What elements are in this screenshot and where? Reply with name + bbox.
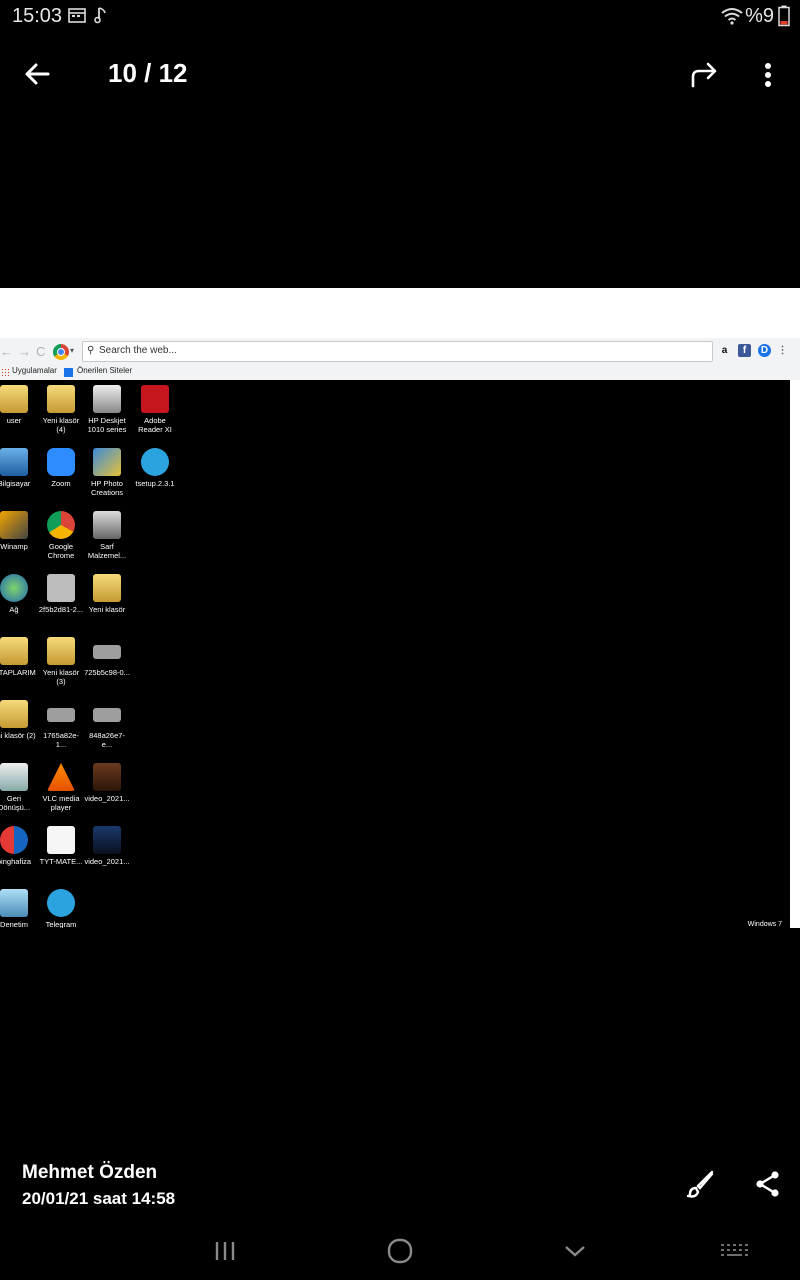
folder-icon [47,637,75,665]
printer-icon [93,385,121,413]
hide-keyboard-icon[interactable] [558,1234,592,1268]
desktop-icon: Z TAPLARIM [0,637,37,677]
battery-icon [778,5,790,27]
status-time: 15:03 [12,5,63,27]
printer-supplies-icon [93,511,121,539]
desktop-icon: Denetim [0,889,37,928]
desktop-icon: 1765a82e-1... [38,700,84,749]
desktop-icon: Bilgisayar [0,448,37,488]
computer-icon [0,448,28,476]
hp-photo-icon [93,448,121,476]
desktop-icon: Sarf Malzemel... [84,511,130,560]
google-chrome-icon [47,511,75,539]
search-placeholder: Search the web... [99,345,177,356]
desktop-icon: 725b5c98-0... [84,637,130,677]
image-file-icon [93,708,121,722]
search-icon: ⚲ [87,345,95,356]
calendar-icon [68,8,86,23]
chevron-down-icon: ▾ [70,346,75,355]
desktop-icon: video_2021... [84,763,130,803]
winamp-icon [0,511,28,539]
desktop-icon: 2f5b2d81-2... [38,574,84,614]
share-icon[interactable] [752,1168,784,1200]
rotate-icon[interactable] [688,60,720,90]
image-counter: 10 / 12 [108,58,188,88]
folder-icon [93,574,121,602]
recycle-bin-icon [0,763,28,791]
desktop-icon: Winamp [0,511,37,551]
more-vert-icon[interactable] [752,58,784,92]
photo-date: 20/01/21 saat 14:58 [22,1189,176,1208]
image-file-icon [47,708,75,722]
zoom-icon [47,448,75,476]
viewer-top-bar: 10 / 12 [0,44,800,106]
system-nav-bar [0,1222,800,1280]
folder-icon [0,637,28,665]
bookmark-suggested: Önerilen Siteler [77,366,133,375]
desktop-icon: Google Chrome [38,511,84,560]
app-icon [0,826,28,854]
adobe-reader-icon [141,385,169,413]
video-file-icon [93,763,121,791]
vlc-icon [47,763,75,791]
desktop-icon: eni klasör (2) [0,700,37,740]
photo-image[interactable]: ←→C ▾ ⚲ Search the web... a f D ⋮ Uygula… [0,288,800,928]
menu-dots-icon: ⋮ [777,345,788,356]
keyboard-icon[interactable] [716,1234,752,1268]
recents-icon[interactable] [208,1234,242,1268]
desktop-icon: Adobe Reader XI [132,385,178,434]
desktop-icon: Telegram [38,889,84,928]
facebook-icon: f [738,344,751,357]
desktop-icon: Yeni klasör (4) [38,385,84,434]
chrome-logo-icon [53,344,69,360]
amazon-icon: a [721,345,728,356]
status-bar: 15:03 %9 [0,0,800,34]
desktop-icon: HP Deskjet 1010 series [84,385,130,434]
bookmarks-bar: Uygulamalar Önerilen Siteler [0,366,800,380]
desktop-icon: tsetup.2.3.1 [132,448,178,488]
desktop-icon: Ağ [0,574,37,614]
desktop-icon: Yeni klasör [84,574,130,614]
desktop-icon: TYT-MATE... [38,826,84,866]
desktop-icon: pinghafiza [0,826,37,866]
desktop-icon: Zoom [38,448,84,488]
folder-icon [0,700,28,728]
pdf-file-icon [47,826,75,854]
desktop-area: user Yeni klasör (4) HP Deskjet 1010 ser… [0,380,790,928]
folder-icon [47,385,75,413]
wifi-icon [721,8,743,25]
image-file-icon [47,574,75,602]
photo-details: Mehmet Özden 20/01/21 saat 14:58 [0,1150,800,1220]
author-name: Mehmet Özden [22,1162,158,1183]
edit-brush-icon[interactable] [684,1168,716,1200]
video-file-icon [93,826,121,854]
music-note-icon [94,7,106,24]
telegram-icon [141,448,169,476]
d-extension-icon: D [758,344,771,357]
back-arrow-icon[interactable] [22,58,54,90]
image-file-icon [93,645,121,659]
desktop-icon: VLC media player [38,763,84,812]
battery-percent: %9 [745,5,774,27]
browser-search-box: ⚲ Search the web... [82,341,713,362]
windows-badge: Windows 7 [747,921,782,928]
desktop-icon: video_2021... [84,826,130,866]
desktop-icon: Yeni klasör (3) [38,637,84,686]
telegram-icon [47,889,75,917]
bookmark-apps: Uygulamalar [12,366,57,375]
apps-grid-icon [1,368,10,377]
user-folder-icon [0,385,28,413]
control-panel-icon [0,889,28,917]
desktop-icon: HP Photo Creations [84,448,130,497]
browser-nav-arrows: ←→C [0,344,51,359]
network-icon [0,574,28,602]
desktop-icon: user [0,385,37,425]
desktop-icon: 848a26e7-e... [84,700,130,749]
bing-icon [64,368,73,377]
home-icon[interactable] [383,1234,417,1268]
desktop-icon: Geri Dönüşü... [0,763,37,812]
